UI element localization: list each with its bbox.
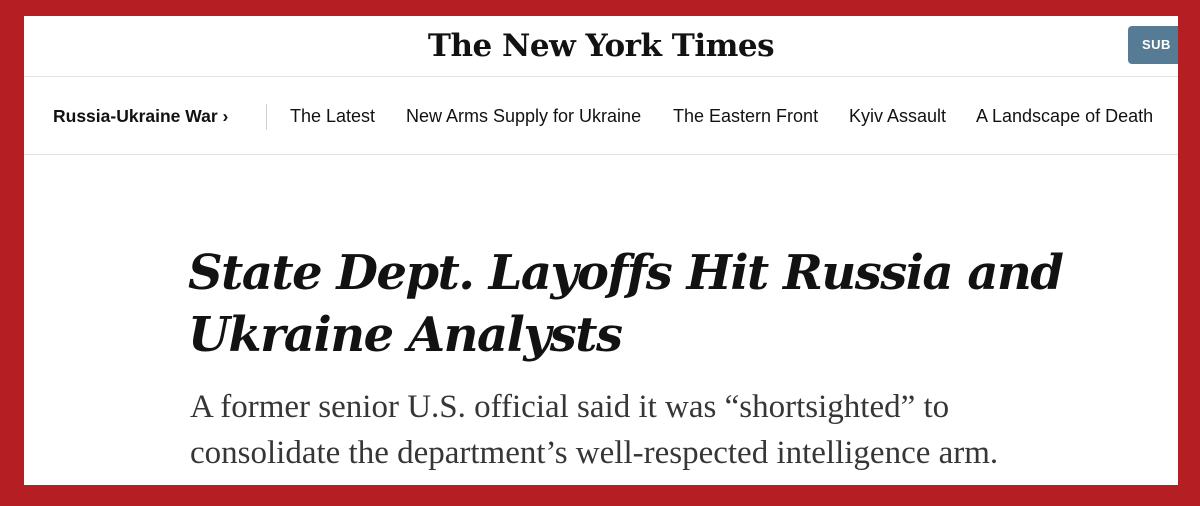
article-summary: A former senior U.S. official said it wa… — [190, 384, 1090, 476]
article-headline: State Dept. Layoffs Hit Russia and Ukrai… — [188, 242, 1068, 366]
nav-item-eastern-front[interactable]: The Eastern Front — [673, 106, 818, 127]
headline-line-1: State Dept. Layoffs Hit Russia and — [188, 245, 1064, 301]
nav-item-landscape-of-death[interactable]: A Landscape of Death — [976, 106, 1153, 127]
summary-line-2: consolidate the department’s well-respec… — [190, 435, 999, 471]
headline-line-2: Ukraine Analysts — [188, 307, 623, 363]
summary-line-1: A former senior U.S. official said it wa… — [190, 389, 950, 425]
nav-divider — [266, 104, 267, 130]
nav-item-new-arms-supply[interactable]: New Arms Supply for Ukraine — [406, 106, 641, 127]
masthead: The New York Times SUB — [24, 16, 1178, 77]
nav-item-the-latest[interactable]: The Latest — [290, 106, 375, 127]
page-frame: The New York Times SUB Russia-Ukraine Wa… — [24, 16, 1178, 485]
nav-item-kyiv-assault[interactable]: Kyiv Assault — [849, 106, 946, 127]
nyt-logo[interactable]: The New York Times — [24, 28, 1178, 64]
section-nav: Russia-Ukraine War › The Latest New Arms… — [24, 77, 1178, 155]
subscribe-button[interactable]: SUB — [1128, 26, 1178, 64]
nav-section-russia-ukraine-war[interactable]: Russia-Ukraine War › — [53, 106, 228, 127]
